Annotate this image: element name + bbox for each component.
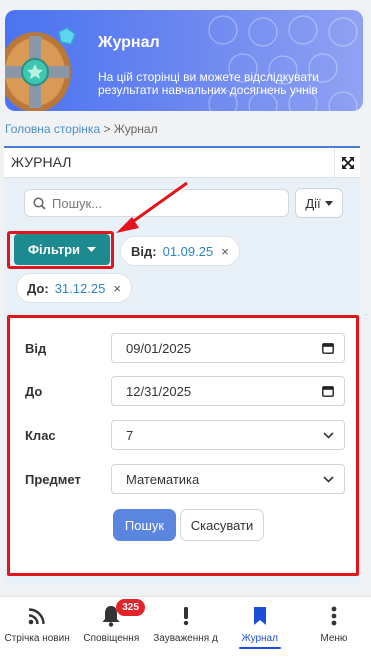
banner-description: На цій сторінці ви можете відслідкувати … bbox=[98, 70, 319, 97]
chip-close-icon[interactable]: × bbox=[113, 281, 121, 296]
filters-form: Від 09/01/2025 До 12/31/2025 Клас 7 Пред… bbox=[7, 315, 359, 576]
nav-item-notifications[interactable]: 325 Сповіщення bbox=[74, 597, 148, 658]
chevron-down-icon bbox=[323, 475, 334, 483]
chip-close-icon[interactable]: × bbox=[221, 244, 229, 259]
expand-arrows-icon bbox=[341, 157, 354, 169]
chip-label: Від: bbox=[131, 243, 157, 259]
filters-label: Фільтри bbox=[27, 242, 81, 257]
page-banner: Журнал На цій сторінці ви можете відслід… bbox=[5, 10, 363, 111]
banner-title: Журнал bbox=[98, 34, 160, 51]
active-indicator bbox=[238, 647, 281, 649]
filter-chip-from: Від: 01.09.25 × bbox=[120, 236, 240, 266]
form-row-class: Клас 7 bbox=[10, 420, 356, 450]
from-date-input[interactable]: 09/01/2025 bbox=[111, 333, 345, 363]
calendar-icon bbox=[322, 386, 334, 397]
nav-label: Зауваження д bbox=[153, 633, 218, 644]
chip-value: 01.09.25 bbox=[162, 243, 214, 259]
class-select[interactable]: 7 bbox=[111, 420, 345, 450]
subject-select[interactable]: Математика bbox=[111, 464, 345, 494]
nav-label: Меню bbox=[320, 633, 348, 644]
form-row-subject: Предмет Математика bbox=[10, 464, 356, 494]
nav-item-news-feed[interactable]: Стрічка новин bbox=[0, 597, 74, 658]
breadcrumb-home-link[interactable]: Головна сторінка bbox=[5, 122, 100, 136]
shield-icon bbox=[5, 27, 76, 111]
caret-down-icon bbox=[87, 247, 97, 252]
nav-label: Журнал bbox=[241, 633, 278, 644]
search-icon bbox=[33, 196, 46, 210]
nav-item-journal[interactable]: Журнал bbox=[223, 597, 297, 658]
expand-button[interactable] bbox=[334, 148, 360, 178]
bookmark-icon bbox=[253, 607, 266, 625]
nav-label: Стрічка новин bbox=[4, 633, 70, 644]
caret-down-icon bbox=[324, 200, 333, 206]
subject-value: Математика bbox=[126, 471, 200, 487]
chip-value: 31.12.25 bbox=[54, 280, 106, 296]
to-date-value: 12/31/2025 bbox=[126, 383, 192, 399]
exclamation-icon bbox=[183, 607, 188, 626]
journal-panel: ЖУРНАЛ Дії Фільтри Від: bbox=[4, 146, 360, 584]
filter-chip-to: До: 31.12.25 × bbox=[16, 273, 132, 303]
breadcrumb-separator: > bbox=[100, 122, 114, 136]
class-value: 7 bbox=[126, 427, 134, 443]
bottom-navigation: Стрічка новин 325 Сповіщення Зауваження … bbox=[0, 596, 371, 658]
nav-label: Сповіщення bbox=[83, 633, 140, 644]
chip-label: До: bbox=[27, 280, 49, 296]
kebab-menu-icon bbox=[331, 606, 337, 626]
breadcrumb-current: Журнал bbox=[113, 122, 158, 136]
form-row-from: Від 09/01/2025 bbox=[10, 333, 356, 363]
actions-dropdown-button[interactable]: Дії bbox=[295, 188, 343, 218]
nav-item-remarks[interactable]: Зауваження д bbox=[148, 597, 222, 658]
search-input[interactable] bbox=[52, 195, 272, 211]
rss-icon bbox=[28, 608, 45, 625]
breadcrumb: Головна сторінка > Журнал bbox=[5, 122, 158, 136]
notification-badge: 325 bbox=[116, 599, 145, 616]
class-label: Клас bbox=[25, 428, 56, 443]
actions-label: Дії bbox=[305, 195, 321, 211]
calendar-icon bbox=[322, 343, 334, 354]
search-field[interactable] bbox=[24, 189, 289, 217]
filters-button[interactable]: Фільтри bbox=[14, 234, 110, 265]
search-submit-button[interactable]: Пошук bbox=[113, 509, 176, 541]
nav-item-menu[interactable]: Меню bbox=[297, 597, 371, 658]
to-date-input[interactable]: 12/31/2025 bbox=[111, 376, 345, 406]
form-row-to: До 12/31/2025 bbox=[10, 376, 356, 406]
panel-header: ЖУРНАЛ bbox=[4, 148, 360, 178]
from-date-value: 09/01/2025 bbox=[126, 340, 192, 356]
subject-label: Предмет bbox=[25, 472, 81, 487]
panel-title: ЖУРНАЛ bbox=[11, 154, 72, 170]
cancel-button[interactable]: Скасувати bbox=[180, 509, 264, 541]
from-label: Від bbox=[25, 341, 47, 356]
to-label: До bbox=[25, 384, 43, 399]
chevron-down-icon bbox=[323, 431, 334, 439]
